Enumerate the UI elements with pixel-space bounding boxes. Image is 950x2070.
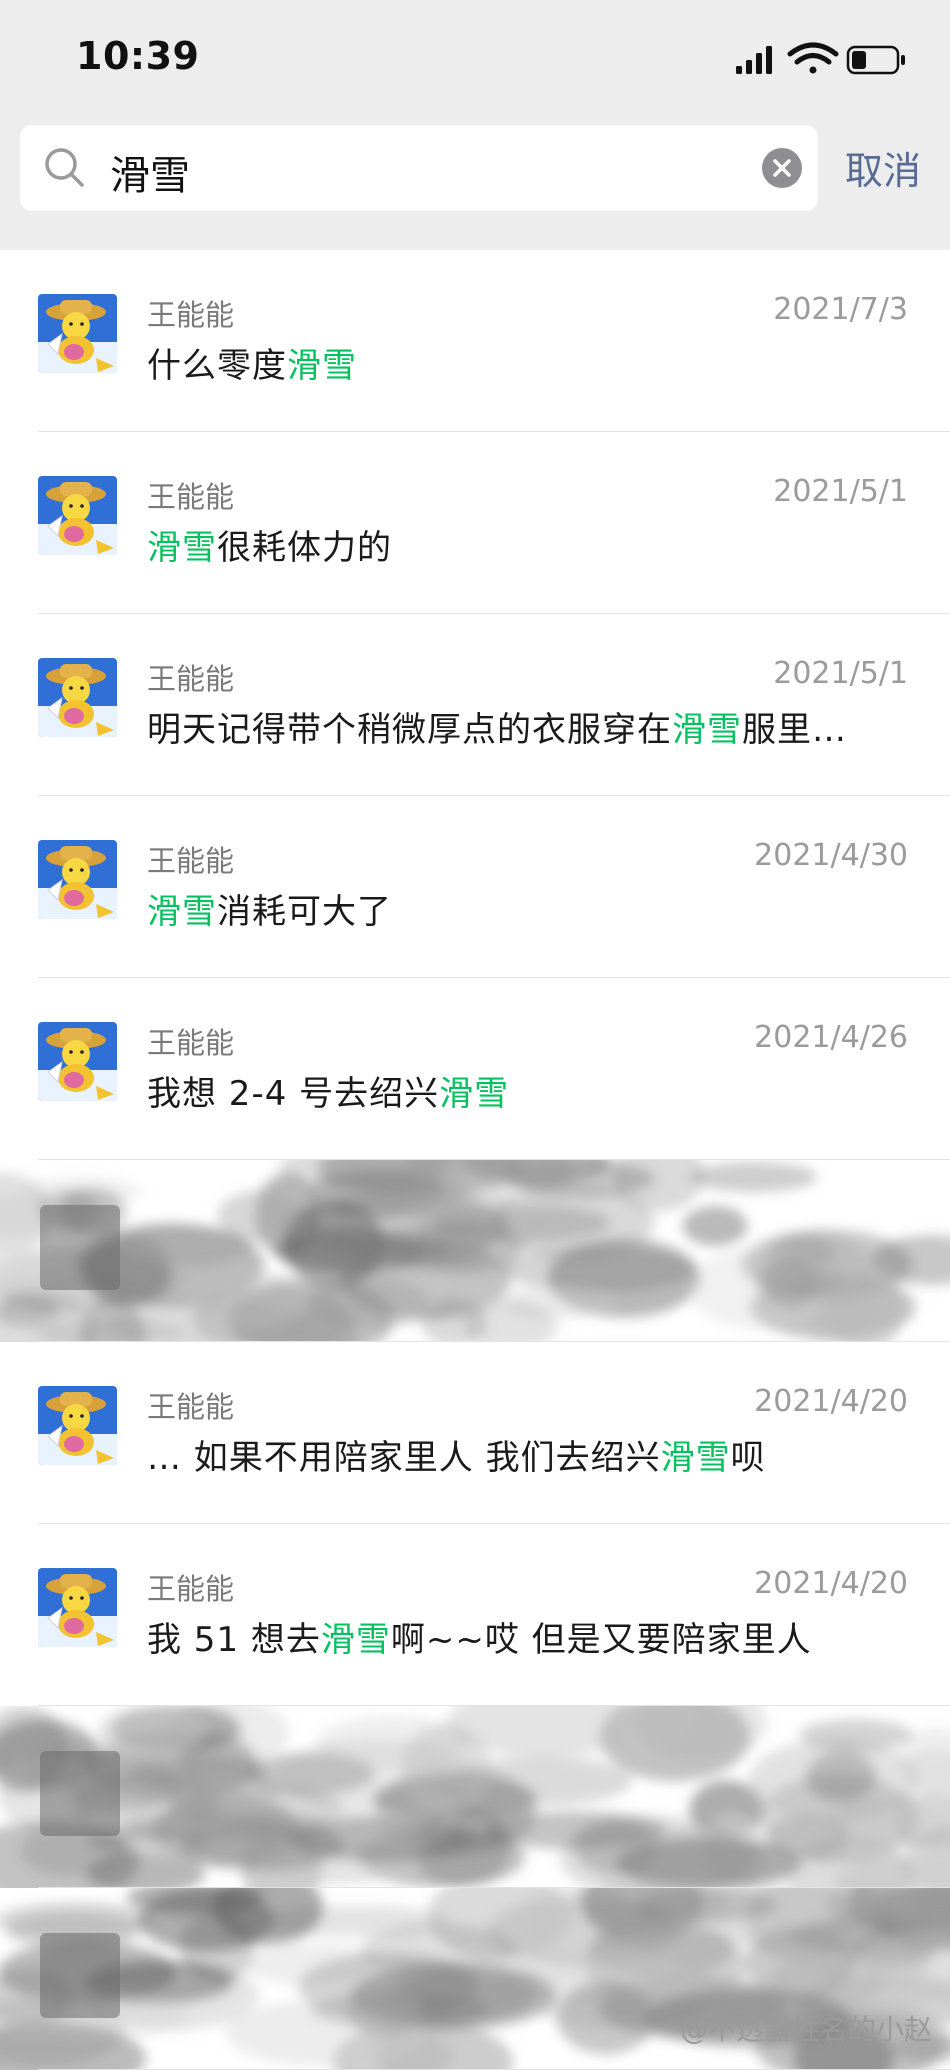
sender-name: 王能能 (147, 656, 234, 698)
message-snippet: 什么零度滑雪 (147, 338, 357, 387)
snippet-keyword: 滑雪 (147, 892, 217, 932)
result-row[interactable]: 王能能 2021/4/30 滑雪消耗可大了 (0, 796, 950, 978)
message-date: 2021/5/1 (773, 656, 908, 691)
avatar (38, 840, 117, 919)
snippet-before: 我想 2-4 号去绍兴 (147, 1074, 439, 1114)
message-date: 2021/4/20 (754, 1566, 908, 1601)
result-row[interactable]: 王能能 2021/4/26 我想 2-4 号去绍兴滑雪 (0, 978, 950, 1160)
sender-name: 王能能 (147, 474, 234, 516)
battery-icon (848, 47, 905, 73)
snippet-after: 消耗可大了 (217, 892, 392, 932)
search-query: 滑雪 (110, 143, 190, 201)
result-row[interactable]: 王能能 2021/4/20 … 如果不用陪家里人 我们去绍兴滑雪呗 (0, 1342, 950, 1524)
avatar-image (38, 476, 117, 555)
message-date: 2021/4/20 (754, 1384, 908, 1419)
avatar (38, 476, 117, 555)
avatar (38, 1386, 117, 1465)
scribble-overlay (0, 1706, 950, 1888)
search-input[interactable]: 滑雪 (20, 125, 818, 211)
result-row[interactable]: 王能能 2021/4/20 我 51 想去滑雪啊~~哎 但是又要陪家里人 (0, 1524, 950, 1706)
avatar-image (38, 840, 117, 919)
message-date: 2021/5/1 (773, 474, 908, 509)
snippet-keyword: 滑雪 (321, 1620, 391, 1660)
snippet-before: 明天记得带个稍微厚点的衣服穿在 (147, 710, 672, 750)
snippet-keyword: 滑雪 (147, 528, 217, 568)
avatar (38, 1568, 117, 1647)
redacted-row (0, 1160, 950, 1342)
avatar (38, 294, 117, 373)
sender-name: 王能能 (147, 292, 234, 334)
scribble-overlay (0, 1160, 950, 1342)
signal-icon (736, 46, 772, 74)
snippet-after: 啊~~哎 但是又要陪家里人 (391, 1620, 812, 1660)
status-time: 10:39 (76, 34, 199, 78)
avatar-image (38, 1386, 117, 1465)
redacted-row (0, 1706, 950, 1888)
message-snippet: 我 51 想去滑雪啊~~哎 但是又要陪家里人 (147, 1612, 812, 1661)
message-snippet: … 如果不用陪家里人 我们去绍兴滑雪呗 (147, 1430, 766, 1479)
snippet-after: 服里… (742, 710, 847, 750)
snippet-after: 很耗体力的 (217, 528, 392, 568)
avatar-image (38, 658, 117, 737)
snippet-keyword: 滑雪 (439, 1074, 509, 1114)
result-row[interactable]: 王能能 2021/7/3 什么零度滑雪 (0, 250, 950, 432)
search-icon (42, 145, 88, 191)
cancel-button[interactable]: 取消 (845, 140, 921, 195)
message-date: 2021/7/3 (773, 292, 908, 327)
avatar-image (38, 1568, 117, 1647)
snippet-keyword: 滑雪 (287, 346, 357, 386)
message-date: 2021/4/30 (754, 838, 908, 873)
message-snippet: 我想 2-4 号去绍兴滑雪 (147, 1066, 509, 1115)
result-row[interactable]: 王能能 2021/5/1 滑雪很耗体力的 (0, 432, 950, 614)
clear-icon[interactable] (762, 148, 802, 188)
message-date: 2021/4/26 (754, 1020, 908, 1055)
snippet-keyword: 滑雪 (672, 710, 742, 750)
sender-name: 王能能 (147, 1566, 234, 1608)
sender-name: 王能能 (147, 838, 234, 880)
sender-name: 王能能 (147, 1384, 234, 1426)
result-row[interactable]: 王能能 2021/5/1 明天记得带个稍微厚点的衣服穿在滑雪服里… (0, 614, 950, 796)
search-results-list: 王能能2021/7/3什么零度滑雪王能能2021/5/1滑雪很耗体力的王能能20… (0, 250, 950, 2070)
search-header: 10:39 滑雪 (0, 0, 950, 250)
snippet-before: … 如果不用陪家里人 我们去绍兴 (147, 1438, 661, 1478)
sender-name: 王能能 (147, 1020, 234, 1062)
wifi-icon (790, 45, 836, 74)
snippet-before: 什么零度 (147, 346, 287, 386)
snippet-keyword: 滑雪 (661, 1438, 731, 1478)
avatar-image (38, 1022, 117, 1101)
message-snippet: 明天记得带个稍微厚点的衣服穿在滑雪服里… (147, 702, 847, 751)
snippet-after: 呗 (731, 1438, 766, 1478)
avatar-image (38, 294, 117, 373)
snippet-before: 我 51 想去 (147, 1620, 321, 1660)
avatar (38, 658, 117, 737)
watermark: @不透露姓名的小赵 (680, 2008, 932, 2048)
message-snippet: 滑雪消耗可大了 (147, 884, 392, 933)
message-snippet: 滑雪很耗体力的 (147, 520, 392, 569)
status-icons (730, 40, 910, 80)
avatar (38, 1022, 117, 1101)
